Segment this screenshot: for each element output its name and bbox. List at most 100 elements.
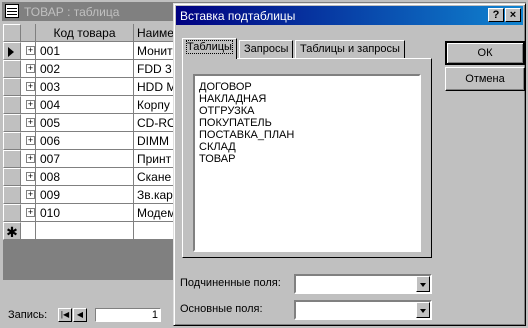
expand-cell	[21, 222, 36, 240]
master-fields-label: Основные поля:	[180, 303, 263, 315]
cell-name[interactable]: Корпу	[134, 96, 175, 114]
expand-plus-icon[interactable]: +	[26, 190, 35, 199]
table-row[interactable]: +005 CD-RO	[3, 114, 175, 132]
row-selector[interactable]	[3, 96, 21, 114]
column-header-code[interactable]: Код товара	[36, 24, 134, 42]
first-record-button[interactable]: |◀	[58, 308, 72, 322]
row-selector[interactable]	[3, 168, 21, 186]
expand-plus-icon[interactable]: +	[26, 64, 35, 73]
new-record-icon: ✱	[3, 222, 21, 240]
cancel-button[interactable]: Отмена	[445, 67, 525, 91]
table-row[interactable]: +009 Зв.кар	[3, 186, 175, 204]
expand-plus-icon[interactable]: +	[26, 118, 35, 127]
ok-button[interactable]: ОК	[445, 41, 525, 65]
table-row[interactable]: +001 Монит	[3, 42, 175, 60]
cell-code[interactable]: 005	[36, 114, 134, 132]
cell-name[interactable]: HDD M	[134, 78, 175, 96]
cell-code[interactable]: 009	[36, 186, 134, 204]
new-record-row[interactable]: ✱	[3, 222, 175, 240]
tab-tables-and-queries[interactable]: Таблицы и запросы	[295, 40, 405, 58]
tab-tables[interactable]: Таблицы	[182, 38, 237, 59]
close-button[interactable]: ×	[505, 8, 521, 22]
expand-cell: +	[21, 168, 36, 186]
dialog-title: Вставка подтаблицы	[180, 9, 296, 23]
record-number-input[interactable]: 1	[95, 308, 161, 322]
chevron-down-icon[interactable]	[416, 276, 430, 292]
table-row[interactable]: +008 Скане	[3, 168, 175, 186]
expand-cell: +	[21, 186, 36, 204]
chevron-down-icon[interactable]	[416, 302, 430, 318]
cell-name[interactable]: Принт	[134, 150, 175, 168]
help-button[interactable]: ?	[488, 8, 504, 22]
row-selector[interactable]	[3, 150, 21, 168]
row-selector[interactable]	[3, 132, 21, 150]
table-row[interactable]: +010 Модем	[3, 204, 175, 222]
list-item[interactable]: ПОКУПАТЕЛЬ	[199, 117, 272, 129]
child-fields-combo[interactable]	[294, 274, 432, 294]
table-row[interactable]: +007 Принт	[3, 150, 175, 168]
prev-record-button[interactable]: ◀	[73, 308, 87, 322]
expand-plus-icon[interactable]: +	[26, 82, 35, 91]
current-record-icon	[8, 47, 14, 57]
table-window-title: ТОВАР : таблица	[24, 5, 120, 19]
cell-name[interactable]: CD-RO	[134, 114, 175, 132]
table-icon	[5, 4, 19, 18]
cell-name[interactable]	[134, 222, 175, 240]
select-all-corner[interactable]	[3, 24, 21, 42]
cell-name[interactable]: FDD 3	[134, 60, 175, 78]
row-selector[interactable]	[3, 204, 21, 222]
expand-plus-icon[interactable]: +	[26, 100, 35, 109]
master-fields-combo[interactable]	[294, 300, 432, 320]
row-selector[interactable]	[3, 42, 21, 60]
cell-code[interactable]: 002	[36, 60, 134, 78]
cell-name[interactable]: Скане	[134, 168, 175, 186]
expand-plus-icon[interactable]: +	[26, 208, 35, 217]
table-row[interactable]: +006 DIMM	[3, 132, 175, 150]
expand-cell: +	[21, 150, 36, 168]
cell-name[interactable]: DIMM	[134, 132, 175, 150]
expand-cell: +	[21, 96, 36, 114]
cell-name[interactable]: Монит	[134, 42, 175, 60]
list-item[interactable]: ДОГОВОР	[199, 81, 252, 93]
cell-code[interactable]	[36, 222, 134, 240]
table-row[interactable]: +003 HDD M	[3, 78, 175, 96]
expand-cell: +	[21, 204, 36, 222]
expand-plus-icon[interactable]: +	[26, 172, 35, 181]
expand-plus-icon[interactable]: +	[26, 46, 35, 55]
tables-listbox[interactable]: ДОГОВОР НАКЛАДНАЯ ОТГРУЗКА ПОКУПАТЕЛЬ ПОСТАВ…	[193, 74, 421, 252]
list-item[interactable]: ПОСТАВКА_ПЛАН	[199, 129, 294, 141]
cell-code[interactable]: 007	[36, 150, 134, 168]
expand-column-header	[21, 24, 36, 42]
expand-cell: +	[21, 114, 36, 132]
expand-plus-icon[interactable]: +	[26, 136, 35, 145]
insert-subdatasheet-dialog: Вставка подтаблицы ? × Таблицы Запросы Т…	[173, 3, 526, 326]
row-selector[interactable]	[3, 60, 21, 78]
child-fields-label: Подчиненные поля:	[180, 277, 281, 289]
list-item[interactable]: НАКЛАДНАЯ	[199, 93, 266, 105]
cell-code[interactable]: 010	[36, 204, 134, 222]
list-item[interactable]: ТОВАР	[199, 153, 235, 165]
expand-cell: +	[21, 42, 36, 60]
tab-panel: ДОГОВОР НАКЛАДНАЯ ОТГРУЗКА ПОКУПАТЕЛЬ ПОСТАВ…	[182, 58, 432, 258]
expand-cell: +	[21, 78, 36, 96]
tab-queries[interactable]: Запросы	[239, 40, 294, 58]
row-selector[interactable]	[3, 78, 21, 96]
cell-name[interactable]: Модем	[134, 204, 175, 222]
datasheet-grid: Код товара Наиме +001 Монит +002 FDD 3 +003 H…	[3, 24, 175, 280]
record-label: Запись:	[8, 309, 48, 321]
cell-code[interactable]: 004	[36, 96, 134, 114]
dialog-titlebar: Вставка подтаблицы ? ×	[176, 6, 523, 25]
row-selector[interactable]	[3, 114, 21, 132]
cell-code[interactable]: 001	[36, 42, 134, 60]
column-header-name[interactable]: Наиме	[134, 24, 175, 42]
table-row[interactable]: +004 Корпу	[3, 96, 175, 114]
list-item[interactable]: СКЛАД	[199, 141, 236, 153]
cell-code[interactable]: 006	[36, 132, 134, 150]
table-row[interactable]: +002 FDD 3	[3, 60, 175, 78]
row-selector[interactable]	[3, 186, 21, 204]
cell-code[interactable]: 003	[36, 78, 134, 96]
cell-name[interactable]: Зв.кар	[134, 186, 175, 204]
cell-code[interactable]: 008	[36, 168, 134, 186]
list-item[interactable]: ОТГРУЗКА	[199, 105, 254, 117]
expand-plus-icon[interactable]: +	[26, 154, 35, 163]
